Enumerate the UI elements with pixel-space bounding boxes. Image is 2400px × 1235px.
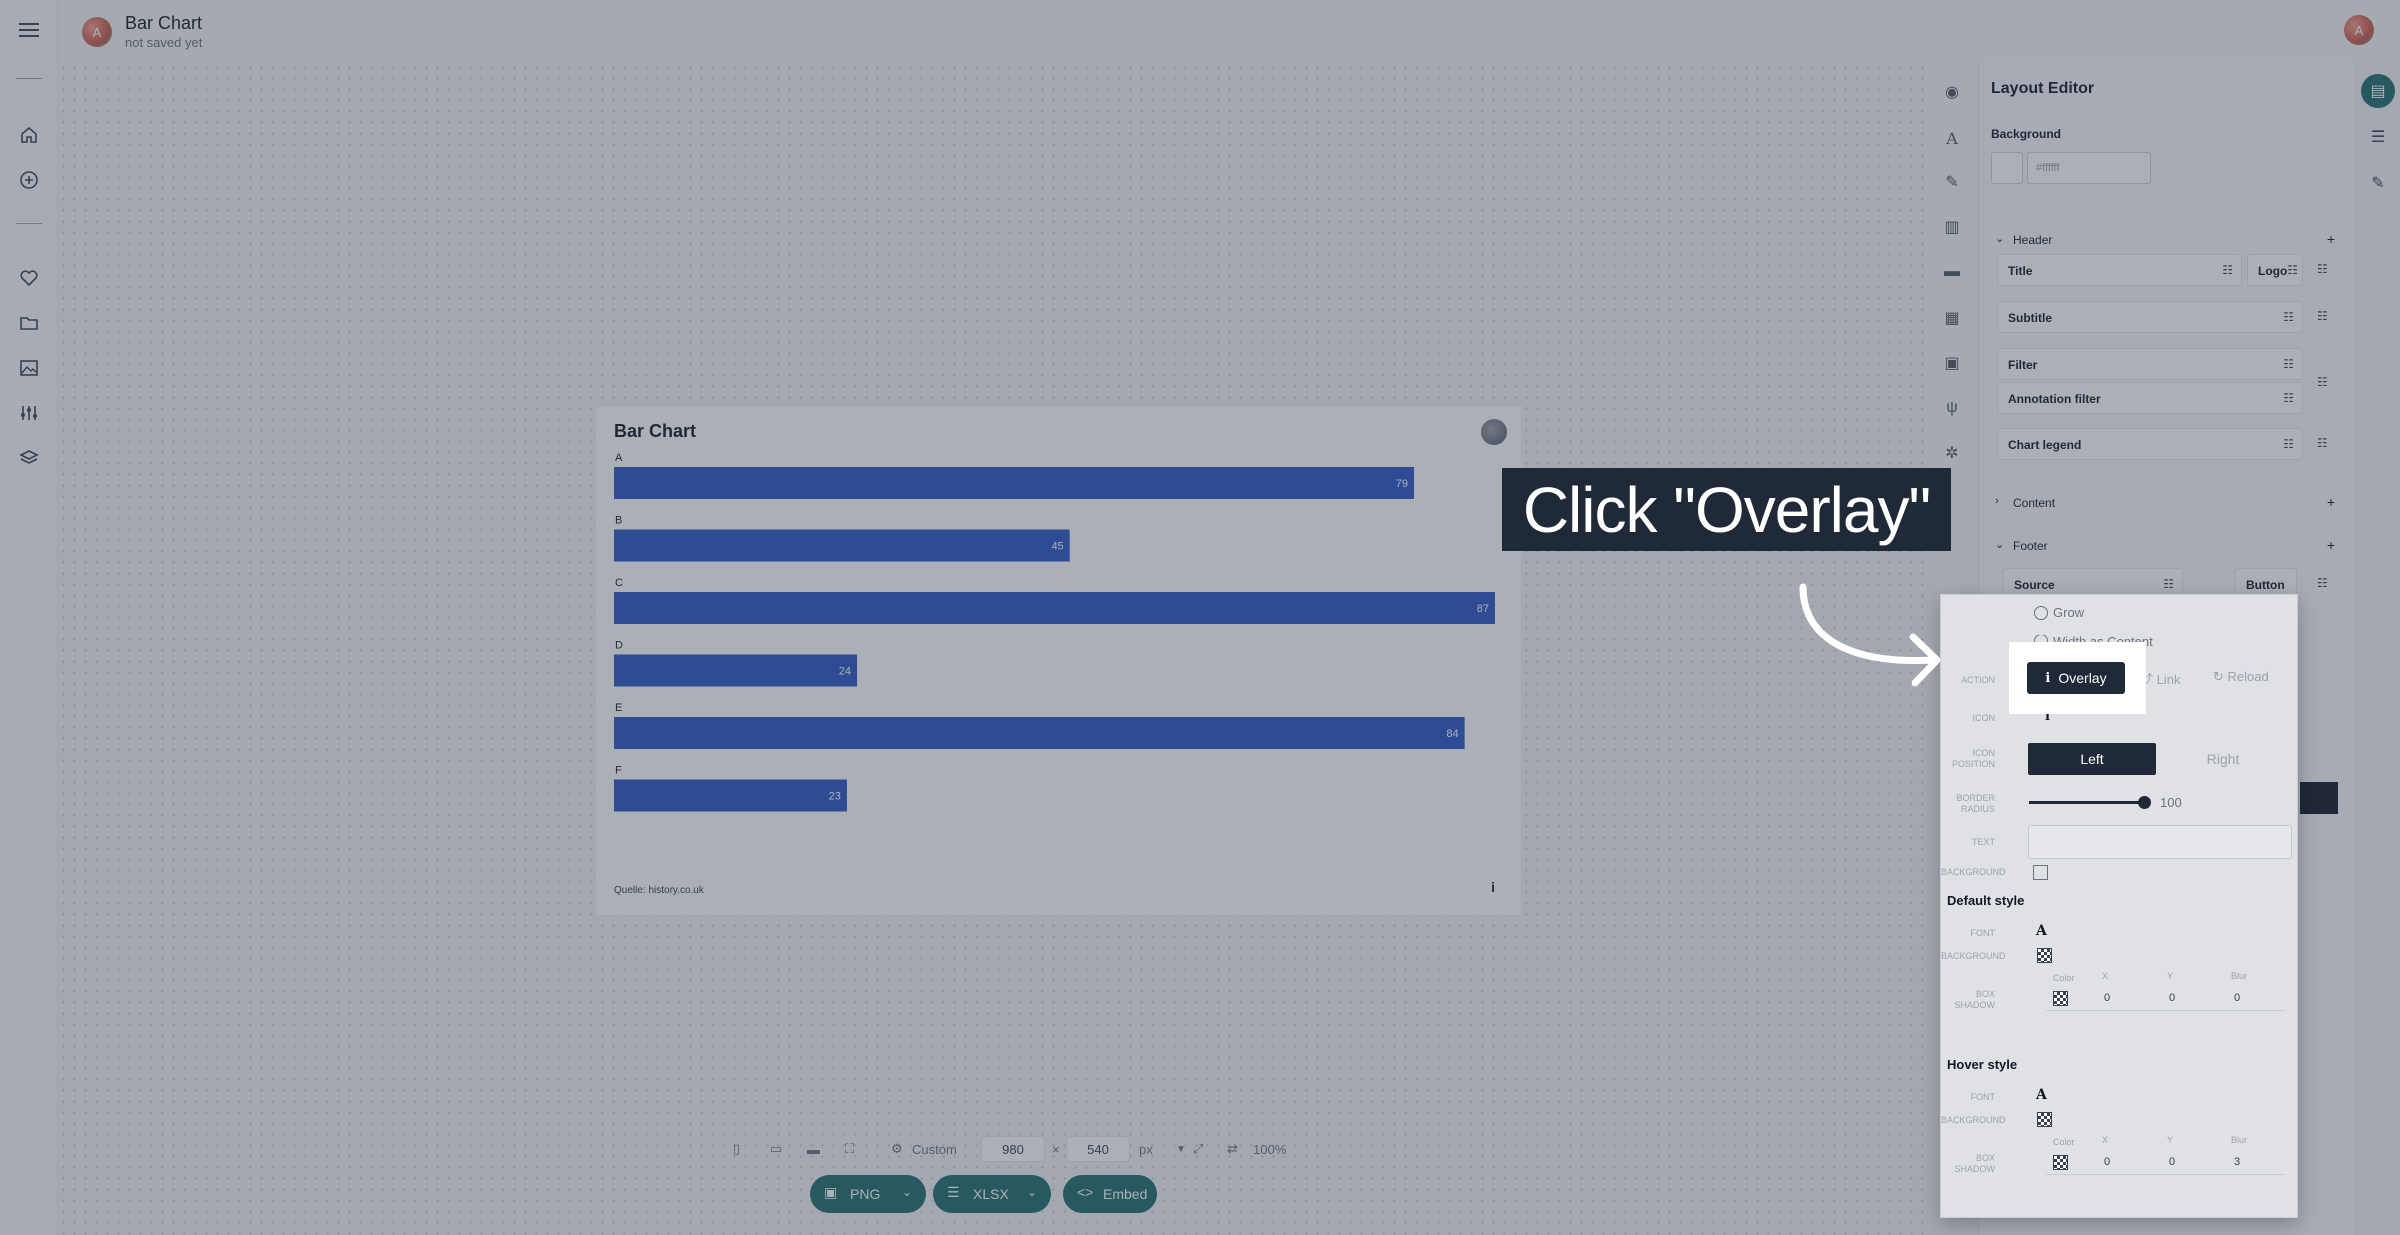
action-link-label: Link: [2156, 672, 2181, 687]
overlay-action-label: Overlay: [2058, 670, 2107, 686]
default-shadow-x[interactable]: 0: [2104, 992, 2110, 1004]
hover-style-heading: Hover style: [1947, 1057, 2018, 1072]
default-box-shadow-label: BOX SHADOW: [1954, 989, 1996, 1010]
shadow-col-blur: Blur: [2231, 1135, 2248, 1145]
hover-shadow-blur[interactable]: 3: [2234, 1156, 2240, 1168]
action-reload[interactable]: ↻ Reload: [2213, 669, 2269, 685]
background-label: BACKGROUND: [1941, 867, 2006, 877]
action-link[interactable]: ⤴ Link: [2140, 669, 2180, 688]
font-icon[interactable]: A: [2036, 923, 2047, 939]
button-text-input[interactable]: [2028, 825, 2292, 859]
transparent-color-icon[interactable]: [2037, 1112, 2052, 1127]
radio-grow-label: Grow: [2053, 605, 2085, 620]
default-font-label: FONT: [1970, 928, 1996, 938]
position-left-button[interactable]: Left: [2028, 743, 2156, 775]
border-radius-slider-knob[interactable]: [2138, 796, 2151, 809]
divider: [2046, 1174, 2286, 1175]
hover-font-label: FONT: [1970, 1092, 1996, 1102]
divider: [2046, 1010, 2286, 1011]
default-background-label: BACKGROUND: [1941, 951, 2006, 961]
hover-box-shadow-label: BOX SHADOW: [1954, 1153, 1996, 1174]
border-radius-value: 100: [2160, 795, 2182, 810]
hover-shadow-x[interactable]: 0: [2104, 1156, 2110, 1168]
default-shadow-blur[interactable]: 0: [2234, 992, 2240, 1004]
action-reload-label: Reload: [2227, 669, 2269, 684]
shadow-col-color: Color: [2053, 973, 2075, 983]
shadow-col-x: X: [2102, 1135, 2109, 1145]
shadow-col-color: Color: [2053, 1137, 2075, 1147]
shadow-col-y: Y: [2167, 1135, 2174, 1145]
hover-background-label: BACKGROUND: [1941, 1115, 2006, 1125]
transparent-color-icon[interactable]: [2037, 948, 2052, 963]
shadow-color-icon[interactable]: [2053, 1155, 2068, 1170]
background-checkbox[interactable]: [2033, 865, 2048, 880]
icon-label: ICON: [1972, 713, 1996, 723]
curved-arrow-icon: [1799, 583, 1941, 687]
position-right-button[interactable]: Right: [2159, 743, 2287, 775]
shadow-col-x: X: [2102, 971, 2109, 981]
border-radius-slider-track[interactable]: [2029, 801, 2144, 804]
default-style-heading: Default style: [1947, 893, 2025, 908]
shadow-color-icon[interactable]: [2053, 991, 2068, 1006]
icon-position-label: ICON POSITION: [1951, 748, 1995, 769]
text-label: TEXT: [1971, 837, 1995, 847]
info-icon: i: [2045, 670, 2051, 686]
shadow-col-blur: Blur: [2231, 971, 2248, 981]
tutorial-callout: Click "Overlay": [1502, 468, 1951, 551]
shadow-col-y: Y: [2167, 971, 2174, 981]
overlay-action-button[interactable]: i Overlay: [2027, 662, 2125, 694]
radio-circle-icon: [2034, 605, 2048, 620]
default-shadow-y[interactable]: 0: [2169, 992, 2175, 1004]
border-radius-label: BORDER RADIUS: [1956, 793, 1995, 814]
font-icon[interactable]: A: [2036, 1087, 2047, 1103]
hover-shadow-y[interactable]: 0: [2169, 1156, 2175, 1168]
radio-grow[interactable]: Grow: [2034, 605, 2084, 620]
